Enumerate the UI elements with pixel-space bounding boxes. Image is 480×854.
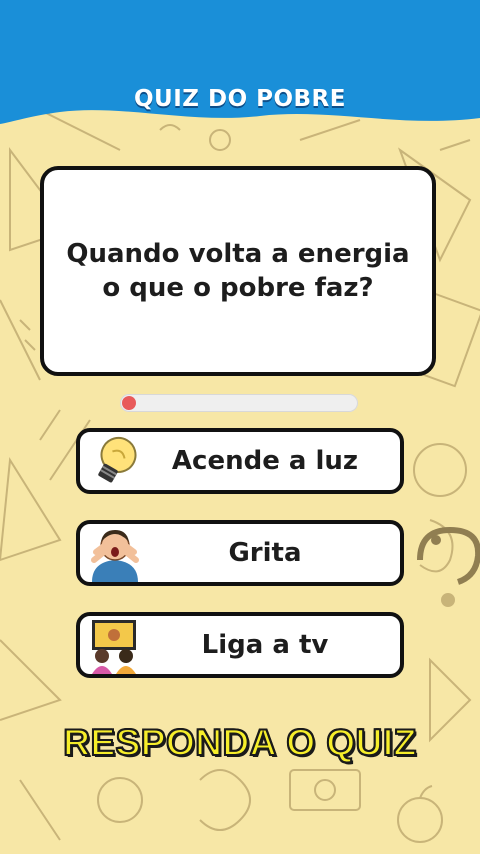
question-line-2: o que o pobre faz? [102,273,374,303]
question-card: Quando volta a energia o que o pobre faz… [40,166,436,376]
people-watching-tv-icon [92,620,136,674]
answer-option-2-label: Grita [228,538,302,568]
answer-option-1[interactable]: Acende a luz [76,428,404,494]
answer-option-1-label: Acende a luz [171,446,359,476]
timer-bar [120,394,358,412]
app-title: QUIZ DO POBRE [134,86,346,112]
screaming-person-icon [91,530,139,582]
answer-option-3[interactable]: Liga a tv [76,612,404,678]
question-text: Quando volta a energia o que o pobre faz… [48,237,427,305]
answer-option-2[interactable]: Grita [76,520,404,586]
question-line-1: Quando volta a energia [66,239,410,269]
timer-fill [122,396,136,410]
light-bulb-icon [98,436,137,483]
call-to-action-text: RESPONDA O QUIZ [62,721,417,764]
answer-option-3-label: Liga a tv [201,630,329,660]
